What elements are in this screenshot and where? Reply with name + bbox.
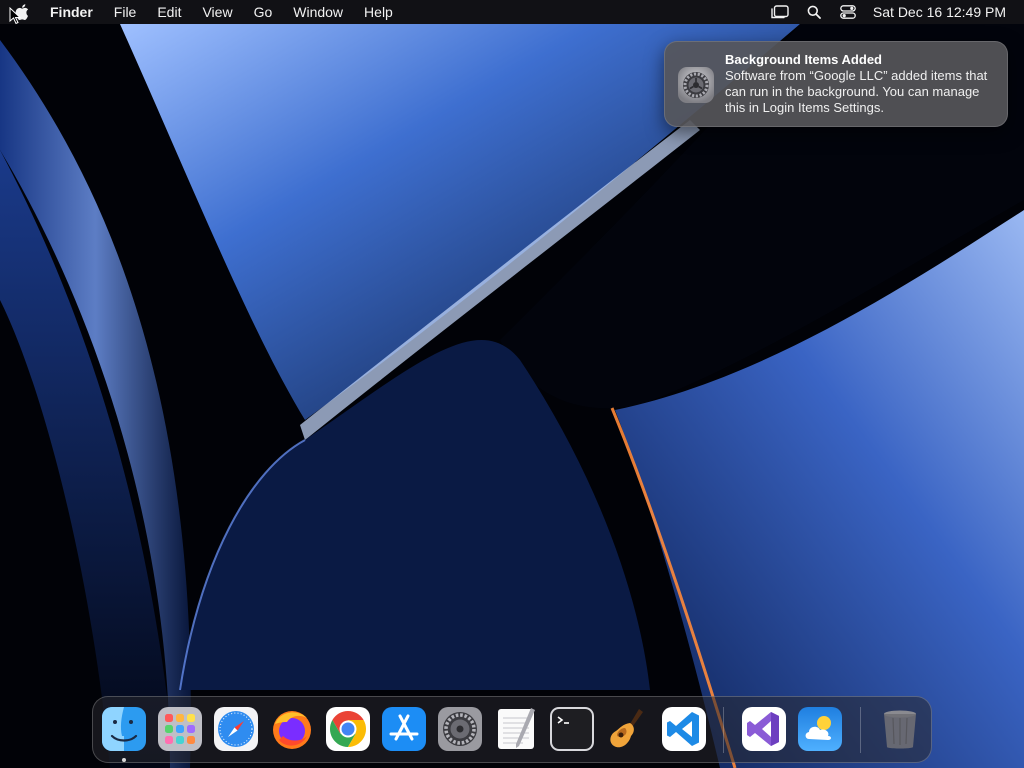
launchpad-icon (158, 707, 202, 751)
dock-item-garageband[interactable] (605, 706, 651, 752)
mouse-cursor-icon (9, 7, 21, 25)
running-indicator (122, 758, 126, 762)
firefox-icon (273, 711, 311, 749)
search-icon[interactable] (805, 3, 823, 21)
chrome-icon (326, 707, 370, 751)
dock-item-safari[interactable] (213, 706, 259, 752)
menu-clock[interactable]: Sat Dec 16 12:49 PM (873, 4, 1006, 20)
vscode-icon (662, 707, 706, 751)
dock-item-terminal[interactable] (549, 706, 595, 752)
dock-item-firefox[interactable] (269, 706, 315, 752)
textedit-icon (498, 708, 535, 749)
dock-item-textedit[interactable] (493, 706, 539, 752)
control-center-icon[interactable] (839, 3, 857, 21)
dock-item-chrome[interactable] (325, 706, 371, 752)
safari-icon (214, 707, 258, 751)
dock-item-launchpad[interactable] (157, 706, 203, 752)
dock-item-app-store[interactable] (381, 706, 427, 752)
menu-help[interactable]: Help (364, 0, 393, 24)
finder-icon (102, 707, 146, 751)
dock-separator (860, 707, 861, 753)
garageband-icon (610, 709, 643, 748)
dock-item-finder[interactable] (101, 706, 147, 762)
dock-item-visual-studio[interactable] (741, 706, 787, 752)
system-settings-icon (438, 707, 482, 751)
dock-separator (723, 707, 724, 753)
notification-body: Software from “Google LLC” added items t… (725, 68, 988, 115)
app-store-icon (382, 707, 426, 751)
terminal-icon (550, 707, 594, 751)
menu-go[interactable]: Go (254, 0, 273, 24)
status-area: Sat Dec 16 12:49 PM (755, 0, 1006, 24)
notification-banner[interactable]: Background Items Added Software from “Go… (664, 41, 1008, 127)
dock-item-trash[interactable] (877, 706, 923, 752)
notification-title: Background Items Added (725, 52, 882, 67)
dock-item-vscode[interactable] (661, 706, 707, 752)
weather-icon (798, 707, 842, 751)
menu-app-name[interactable]: Finder (50, 0, 93, 24)
stage-manager-icon[interactable] (771, 3, 789, 21)
visual-studio-icon (742, 707, 786, 751)
menu-edit[interactable]: Edit (157, 0, 181, 24)
menu-view[interactable]: View (202, 0, 232, 24)
dock-item-weather[interactable] (797, 706, 843, 752)
menu-bar: Finder File Edit View Go Window Help Sat… (0, 0, 1024, 24)
menu-file[interactable]: File (114, 0, 137, 24)
trash-icon (884, 710, 916, 749)
system-settings-icon (677, 66, 715, 104)
menu-window[interactable]: Window (293, 0, 343, 24)
dock-item-system-settings[interactable] (437, 706, 483, 752)
dock (92, 696, 932, 763)
